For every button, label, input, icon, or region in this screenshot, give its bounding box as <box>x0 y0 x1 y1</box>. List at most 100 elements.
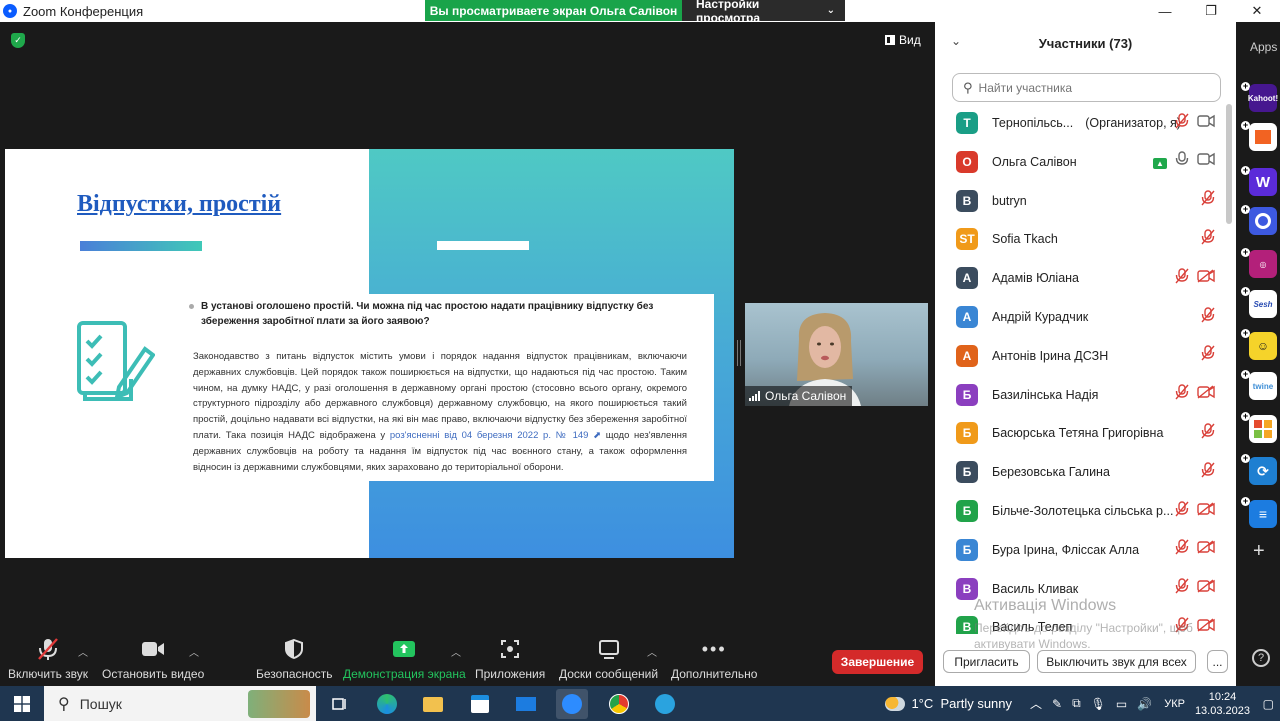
task-view-icon[interactable] <box>327 691 353 717</box>
unmute-button[interactable]: Включить звук <box>8 634 88 681</box>
security-button[interactable]: Безопасность <box>256 634 333 681</box>
help-icon[interactable]: ? <box>1252 649 1270 667</box>
participant-row[interactable]: Б Більче-Золотецька сільська р... <box>935 492 1225 530</box>
participant-row[interactable]: Б Басюрська Тетяна Григорівна <box>935 414 1225 452</box>
add-app-icon[interactable]: + <box>1253 540 1265 563</box>
mic-muted-icon[interactable] <box>1201 190 1215 211</box>
mic-muted-icon[interactable] <box>1201 423 1215 444</box>
view-settings-button[interactable]: Настройки просмотра ⌄ <box>682 0 845 25</box>
mic-muted-icon[interactable] <box>1201 229 1215 250</box>
participant-row[interactable]: А Антонів Ірина ДСЗН <box>935 337 1225 375</box>
stack-app-icon[interactable]: ≡ <box>1249 500 1277 528</box>
participant-name-text: Березовська Галина <box>992 465 1110 480</box>
mute-all-button[interactable]: Выключить звук для всех <box>1037 650 1196 673</box>
weather-text[interactable]: 1°C Partly sunny <box>911 696 1012 711</box>
participant-row[interactable]: Б Бура Ірина, Флiссак Алла <box>935 531 1225 569</box>
mic-muted-icon[interactable] <box>1175 112 1189 134</box>
participants-header: Участники (73) <box>1038 35 1133 51</box>
microphone-icon[interactable]: 🎙 <box>1091 697 1106 711</box>
smiley-app-icon[interactable]: ☺ <box>1249 332 1277 360</box>
pink-app-icon[interactable]: ◎ <box>1249 250 1277 278</box>
participant-search[interactable]: ⚲ <box>952 73 1221 102</box>
network-icon[interactable]: ▭ <box>1116 697 1127 711</box>
slide-question-text: В установі оголошено простій. Чи можна п… <box>201 301 654 327</box>
camera-icon[interactable] <box>1197 114 1215 133</box>
mic-muted-icon[interactable] <box>1175 578 1189 599</box>
mic-muted-icon[interactable] <box>1201 306 1215 328</box>
store-icon[interactable] <box>467 691 493 717</box>
edge-browser-icon[interactable] <box>374 691 400 717</box>
participant-name-text: Антонів Ірина ДСЗН <box>992 348 1109 363</box>
invite-button[interactable]: Пригласить <box>943 650 1030 673</box>
pen-icon[interactable]: ✎ <box>1052 697 1062 711</box>
share-screen-button[interactable]: Демонстрация экрана <box>343 634 466 681</box>
mic-muted-icon[interactable] <box>1175 384 1189 405</box>
camera-off-icon[interactable] <box>1197 269 1215 288</box>
encryption-shield-icon[interactable]: ✓ <box>11 33 25 48</box>
volume-icon[interactable]: 🔊 <box>1137 697 1152 711</box>
participant-video-tile[interactable]: Ольга Салівон <box>745 303 928 406</box>
participant-search-input[interactable] <box>978 80 1209 95</box>
participant-list-scrollbar[interactable] <box>1226 104 1232 224</box>
maximize-icon[interactable]: ❐ <box>1188 0 1234 22</box>
participant-row[interactable]: Bbutryn <box>935 182 1225 220</box>
slide-title-underline-bar <box>80 241 202 251</box>
participant-name-text: Адамів Юліана <box>992 271 1080 286</box>
video-options-caret-icon[interactable]: ︿ <box>189 644 199 659</box>
camera-off-icon[interactable] <box>1197 579 1215 598</box>
close-icon[interactable]: ✕ <box>1234 0 1280 22</box>
orange-app-icon[interactable] <box>1249 123 1277 151</box>
camera-off-icon[interactable] <box>1197 501 1215 521</box>
ring-app-icon[interactable] <box>1249 207 1277 235</box>
whiteboards-button[interactable]: Доски сообщений <box>559 634 658 681</box>
slide-body-link[interactable]: роз'ясненні від 04 березня 2022 р. № 149 <box>390 430 589 441</box>
blocks-app-icon[interactable] <box>1249 415 1277 443</box>
mic-muted-icon[interactable] <box>1175 500 1189 522</box>
share-options-caret-icon[interactable]: ︿ <box>451 644 461 659</box>
taskbar-search[interactable]: ⚲ Пошук <box>44 686 316 721</box>
participant-row[interactable]: А Адамів Юліана <box>935 259 1225 297</box>
participant-row[interactable]: Б Базилінська Надія <box>935 376 1225 414</box>
twine-app-icon[interactable]: twine <box>1249 372 1277 400</box>
kahoot-app-icon[interactable]: Kahoot! <box>1248 84 1278 112</box>
minimize-icon[interactable]: — <box>1142 0 1188 22</box>
tray-chevron-icon[interactable]: ︿ <box>1030 695 1042 712</box>
participant-row[interactable]: ST Sofia Tkach <box>935 220 1225 258</box>
camera-icon[interactable] <box>1197 152 1215 171</box>
language-indicator[interactable]: УКР <box>1164 698 1185 710</box>
microphone-icon[interactable] <box>1175 151 1189 172</box>
apps-button[interactable]: Приложения <box>475 634 545 681</box>
windows-start-icon[interactable] <box>0 686 44 721</box>
end-meeting-button[interactable]: Завершение <box>832 650 923 674</box>
file-explorer-icon[interactable] <box>420 691 446 717</box>
mic-muted-icon <box>38 638 58 660</box>
camera-off-icon[interactable] <box>1197 540 1215 559</box>
mail-icon[interactable] <box>513 691 539 717</box>
participant-name: butryn <box>992 194 1027 208</box>
panel-splitter-handle[interactable] <box>737 340 741 366</box>
participant-row[interactable]: О Ольга Салівон ▲ <box>935 143 1225 181</box>
meet-now-icon[interactable]: ⧉ <box>1072 696 1081 711</box>
sync-app-icon[interactable]: ⟳ <box>1249 457 1277 485</box>
clock[interactable]: 10:24 13.03.2023 <box>1195 690 1250 718</box>
zoom-taskbar-icon[interactable] <box>556 689 588 719</box>
audio-options-caret-icon[interactable]: ︿ <box>78 644 88 659</box>
telegram-icon[interactable] <box>652 691 678 717</box>
mic-muted-icon[interactable] <box>1175 267 1189 289</box>
participant-row[interactable]: А Андрій Курадчик <box>935 298 1225 336</box>
mic-muted-icon[interactable] <box>1201 345 1215 366</box>
whiteboard-options-caret-icon[interactable]: ︿ <box>647 644 657 659</box>
participant-row[interactable]: Б Березовська Галина <box>935 453 1225 491</box>
mic-muted-icon[interactable] <box>1201 461 1215 483</box>
chrome-icon[interactable] <box>606 691 632 717</box>
participant-row[interactable]: T Тернопільсь... (Организатор, я) <box>935 104 1225 142</box>
participant-status-icons <box>1201 229 1215 250</box>
mic-muted-icon[interactable] <box>1175 539 1189 560</box>
camera-off-icon[interactable] <box>1197 385 1215 404</box>
sesh-app-icon[interactable]: Sesh <box>1249 290 1277 318</box>
notifications-icon[interactable]: ▢ <box>1263 697 1274 711</box>
participants-more-button[interactable]: ... <box>1207 650 1228 673</box>
view-button[interactable]: Вид <box>885 33 921 47</box>
more-button[interactable]: ••• Дополнительно <box>671 634 757 682</box>
wooclap-app-icon[interactable]: W <box>1249 168 1277 196</box>
